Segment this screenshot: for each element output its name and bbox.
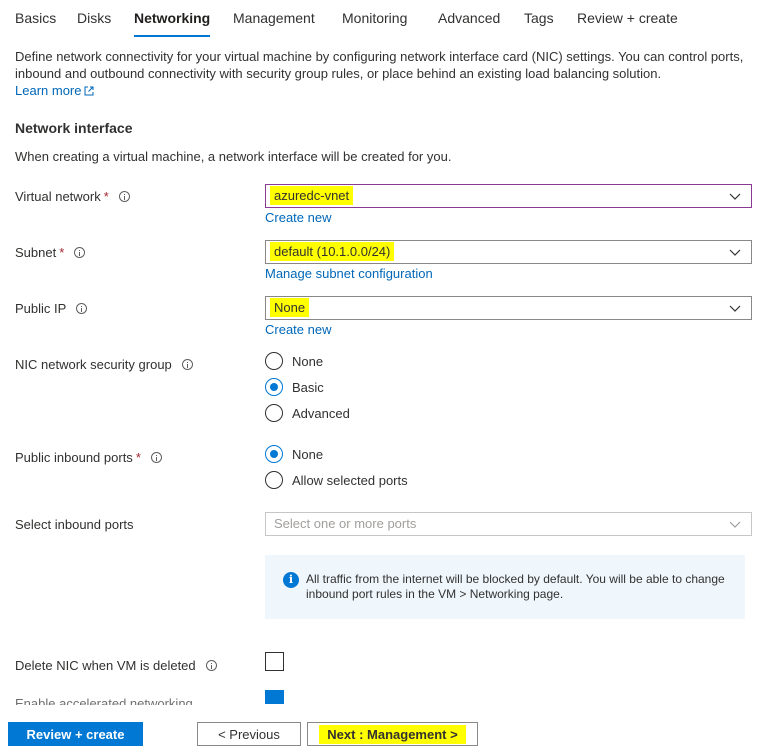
tab-monitoring[interactable]: Monitoring xyxy=(342,10,407,26)
select-inbound-ports-placeholder: Select one or more ports xyxy=(274,516,417,531)
tab-advanced[interactable]: Advanced xyxy=(438,10,500,26)
learn-more-label: Learn more xyxy=(15,83,82,98)
select-inbound-ports-dropdown: Select one or more ports xyxy=(265,512,752,536)
subnet-value: default (10.1.0.0/24) xyxy=(270,242,395,261)
public-inbound-ports-label: Public inbound ports * xyxy=(15,450,162,465)
tab-bar: Basics Disks Networking Management Monit… xyxy=(0,0,776,37)
intro-text: Define network connectivity for your vir… xyxy=(15,48,765,99)
radio-label: Advanced xyxy=(292,405,350,421)
chevron-down-icon xyxy=(729,521,741,528)
virtual-network-value: azuredc-vnet xyxy=(270,186,354,205)
subnet-label: Subnet * xyxy=(15,245,86,260)
public-ip-label-text: Public IP xyxy=(15,301,67,316)
select-inbound-ports-label-text: Select inbound ports xyxy=(15,517,134,532)
radio-label: Basic xyxy=(292,379,324,395)
inbound-radio-allow-selected[interactable]: Allow selected ports xyxy=(265,471,408,489)
delete-nic-label: Delete NIC when VM is deleted xyxy=(15,658,217,673)
radio-label: None xyxy=(292,446,324,462)
delete-nic-checkbox[interactable] xyxy=(265,652,284,671)
radio-circle[interactable] xyxy=(265,471,283,489)
public-ip-value: None xyxy=(270,298,310,317)
tab-review-create[interactable]: Review + create xyxy=(577,10,678,26)
section-title: Network interface xyxy=(15,120,133,136)
radio-circle-selected[interactable] xyxy=(265,378,283,396)
accelerated-networking-checkbox[interactable] xyxy=(265,690,284,704)
external-link-icon xyxy=(84,86,94,96)
nsg-radio-none[interactable]: None xyxy=(265,352,323,370)
public-inbound-ports-label-text: Public inbound ports xyxy=(15,450,133,465)
virtual-network-label: Virtual network * xyxy=(15,189,130,204)
radio-label: None xyxy=(292,353,324,369)
inbound-info-text: All traffic from the internet will be bl… xyxy=(306,572,725,601)
tab-basics[interactable]: Basics xyxy=(15,10,56,26)
manage-subnet-link[interactable]: Manage subnet configuration xyxy=(265,266,433,281)
learn-more-link[interactable]: Learn more xyxy=(15,83,94,98)
previous-button[interactable]: < Previous xyxy=(197,722,301,746)
review-create-button[interactable]: Review + create xyxy=(8,722,143,746)
tab-disks[interactable]: Disks xyxy=(77,10,111,26)
required-marker: * xyxy=(59,245,65,260)
next-management-button[interactable]: Next : Management > xyxy=(307,722,478,746)
nic-nsg-label-text: NIC network security group xyxy=(15,357,172,372)
public-ip-label: Public IP xyxy=(15,301,88,316)
footer-bar: Review + create < Previous Next : Manage… xyxy=(0,712,776,754)
required-marker: * xyxy=(135,450,141,465)
intro-description: Define network connectivity for your vir… xyxy=(15,49,744,81)
inbound-info-box: i All traffic from the internet will be … xyxy=(265,555,745,619)
tab-tags[interactable]: Tags xyxy=(524,10,554,26)
nic-nsg-label: NIC network security group xyxy=(15,357,193,372)
radio-label: Allow selected ports xyxy=(292,472,408,488)
nsg-radio-basic[interactable]: Basic xyxy=(265,378,324,396)
radio-circle[interactable] xyxy=(265,352,283,370)
tab-networking[interactable]: Networking xyxy=(134,10,211,37)
required-marker: * xyxy=(103,189,109,204)
accelerated-networking-label: Enable accelerated networking xyxy=(15,696,193,705)
subnet-label-text: Subnet xyxy=(15,245,57,260)
virtual-network-select[interactable]: azuredc-vnet xyxy=(265,184,752,208)
delete-nic-label-text: Delete NIC when VM is deleted xyxy=(15,658,196,673)
info-icon[interactable] xyxy=(118,191,130,202)
info-icon[interactable] xyxy=(205,660,217,671)
chevron-down-icon xyxy=(729,305,741,312)
create-new-public-ip-link[interactable]: Create new xyxy=(265,322,331,337)
info-icon[interactable] xyxy=(150,452,162,463)
chevron-down-icon xyxy=(729,249,741,256)
info-circle-icon: i xyxy=(283,572,299,588)
section-description: When creating a virtual machine, a netwo… xyxy=(15,149,452,164)
info-icon[interactable] xyxy=(76,303,88,314)
inbound-radio-none[interactable]: None xyxy=(265,445,323,463)
tab-management[interactable]: Management xyxy=(233,10,315,26)
info-icon[interactable] xyxy=(181,359,193,370)
info-icon[interactable] xyxy=(74,247,86,258)
create-new-vnet-link[interactable]: Create new xyxy=(265,210,331,225)
subnet-select[interactable]: default (10.1.0.0/24) xyxy=(265,240,752,264)
nsg-radio-advanced[interactable]: Advanced xyxy=(265,404,350,422)
public-ip-select[interactable]: None xyxy=(265,296,752,320)
select-inbound-ports-label: Select inbound ports xyxy=(15,517,134,532)
radio-circle-selected[interactable] xyxy=(265,445,283,463)
chevron-down-icon xyxy=(729,193,741,200)
virtual-network-label-text: Virtual network xyxy=(15,189,101,204)
next-button-label: Next : Management > xyxy=(319,724,466,744)
radio-circle[interactable] xyxy=(265,404,283,422)
